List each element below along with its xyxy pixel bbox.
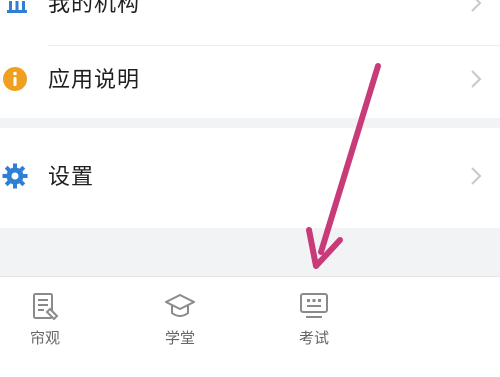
menu-card-settings: 设置 <box>0 128 500 228</box>
document-icon <box>33 293 59 321</box>
tab-lianguan[interactable]: 帘观 <box>10 291 80 361</box>
tab-kaoshi[interactable]: 考试 <box>279 291 349 361</box>
graduation-cap-icon <box>165 294 195 317</box>
institution-icon <box>6 0 28 18</box>
gear-icon <box>2 163 28 193</box>
info-icon <box>2 66 28 96</box>
chevron-right-icon <box>470 0 482 17</box>
tab-kaoshi-label: 考试 <box>298 329 329 347</box>
menu-item-app-guide[interactable]: 应用说明 <box>0 56 500 106</box>
chevron-right-icon <box>470 166 482 190</box>
menu-item-my-institution-label: 我的机构 <box>48 0 141 17</box>
tab-xuetang-label: 学堂 <box>164 329 195 347</box>
tab-lianguan-label: 帘观 <box>29 329 60 347</box>
menu-item-settings[interactable]: 设置 <box>0 153 500 203</box>
menu-item-settings-label: 设置 <box>48 165 95 190</box>
tab-xuetang[interactable]: 学堂 <box>145 291 215 361</box>
menu-item-app-guide-label: 应用说明 <box>48 68 141 93</box>
chevron-right-icon <box>470 69 482 93</box>
exam-icon <box>300 293 328 318</box>
menu-divider <box>48 45 500 46</box>
bottom-tab-bar: 帘观 学堂 考试 <box>0 276 500 377</box>
menu-card-top: 我的机构 应用说明 <box>0 0 500 118</box>
menu-item-my-institution[interactable]: 我的机构 <box>0 0 500 30</box>
